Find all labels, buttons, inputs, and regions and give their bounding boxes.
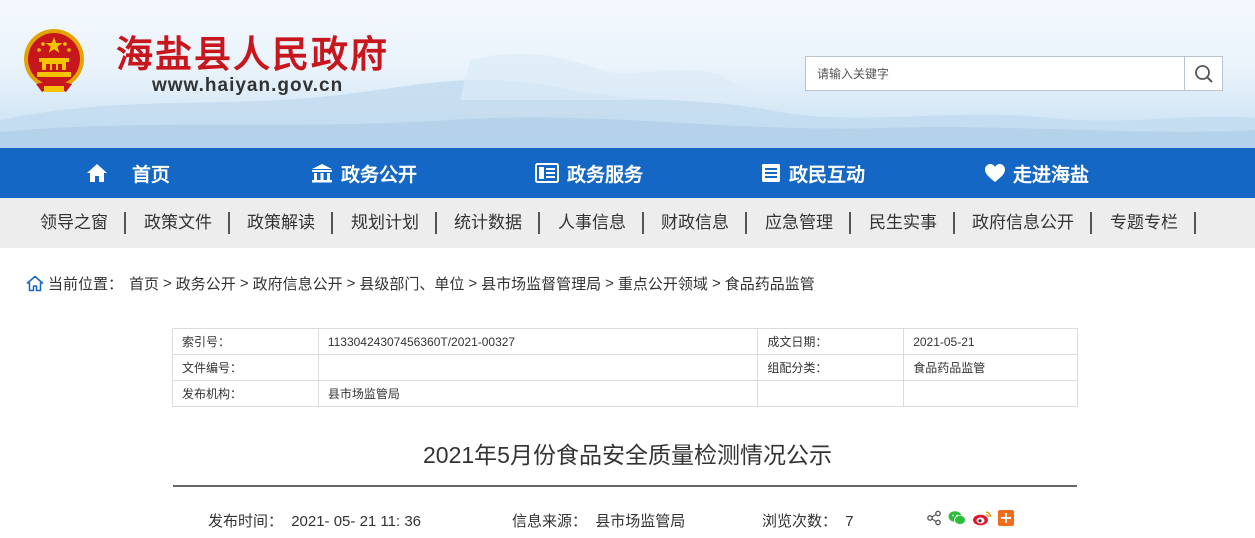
- subnav-divider: [642, 212, 644, 234]
- subnav-item[interactable]: 规划计划: [351, 198, 419, 248]
- search-input[interactable]: [806, 57, 1184, 90]
- breadcrumb-link[interactable]: 食品药品监管: [725, 273, 815, 294]
- wechat-icon: [948, 511, 966, 525]
- subnav-item[interactable]: 政府信息公开: [972, 198, 1074, 248]
- heart-icon: [985, 163, 1005, 182]
- meta-value-date: 2021-05-21: [903, 328, 1078, 355]
- search-button[interactable]: [1184, 57, 1222, 90]
- breadcrumb-separator: >: [239, 275, 249, 292]
- site-url: www.haiyan.gov.cn: [152, 75, 344, 96]
- breadcrumb-separator: >: [711, 275, 721, 292]
- home-icon: [87, 164, 107, 182]
- info-source: 信息来源： 县市场监管局: [512, 510, 685, 531]
- subnav-item[interactable]: 领导之窗: [40, 198, 108, 248]
- subnav-divider: [953, 212, 955, 234]
- table-row: 发布机构： 县市场监管局: [172, 380, 1078, 407]
- main-navigation: 首页 政务公开 政务服务 政民互动 走进海盐: [0, 148, 1255, 198]
- meta-label-doc-no: 文件编号：: [172, 354, 319, 381]
- subnav-divider: [331, 212, 333, 234]
- subnav-item[interactable]: 政策文件: [144, 198, 212, 248]
- subnav-item[interactable]: 人事信息: [558, 198, 626, 248]
- more-share-icon[interactable]: [998, 510, 1014, 526]
- meta-label-index: 索引号：: [172, 328, 319, 355]
- subnav-item[interactable]: 应急管理: [765, 198, 833, 248]
- document-meta-table: 索引号： 11330424307456360T/2021-00327 成文日期：…: [172, 328, 1078, 407]
- nav-item-public-interaction[interactable]: 政民互动: [761, 160, 865, 187]
- meta-value-index: 11330424307456360T/2021-00327: [317, 328, 759, 355]
- plus-icon: [998, 510, 1014, 526]
- site-title: 海盐县人民政府: [116, 32, 389, 76]
- wechat-share-icon[interactable]: [948, 510, 966, 526]
- breadcrumb-link[interactable]: 县市场监督管理局: [481, 273, 601, 294]
- breadcrumb-link[interactable]: 首页: [129, 273, 159, 294]
- breadcrumb-link[interactable]: 重点公开领域: [618, 273, 708, 294]
- meta-empty-cell: [757, 380, 905, 407]
- subnav-divider: [124, 212, 126, 234]
- share-icon[interactable]: [926, 510, 942, 526]
- weibo-icon: [973, 511, 992, 526]
- subnav-item[interactable]: 民生实事: [869, 198, 937, 248]
- breadcrumb-separator: >: [346, 275, 356, 292]
- site-header: 海盐县人民政府 www.haiyan.gov.cn: [0, 0, 1255, 148]
- breadcrumb-separator: >: [605, 275, 614, 292]
- search-box: [805, 56, 1223, 91]
- subnav-divider: [849, 212, 851, 234]
- subnav-item[interactable]: 财政信息: [661, 198, 729, 248]
- view-count-label: 浏览次数：: [762, 513, 838, 530]
- breadcrumb-link[interactable]: 政府信息公开: [253, 273, 343, 294]
- nav-item-government-affairs[interactable]: 政务公开: [311, 160, 417, 187]
- nav-item-label: 首页: [132, 164, 171, 186]
- publish-time-label: 发布时间：: [208, 513, 284, 530]
- publish-time: 发布时间： 2021- 05- 21 11: 36: [208, 510, 421, 531]
- breadcrumb-separator: >: [163, 275, 172, 292]
- meta-value-doc-no: [317, 354, 759, 381]
- publish-time-value: 2021- 05- 21 11: 36: [291, 513, 422, 530]
- breadcrumb-label: 当前位置：: [48, 276, 124, 293]
- nav-item-label: 政民互动: [789, 164, 866, 186]
- document-list-icon: [762, 164, 780, 182]
- nav-item-home[interactable]: 首页: [86, 160, 170, 187]
- meta-label-category: 组配分类：: [757, 354, 905, 381]
- subnav-item[interactable]: 统计数据: [454, 198, 522, 248]
- nav-item-government-services[interactable]: 政务服务: [535, 160, 643, 187]
- subnav-divider: [1090, 212, 1092, 234]
- service-list-icon: [535, 163, 559, 183]
- breadcrumb: 当前位置： 首页 > 政务公开 > 政府信息公开 > 县级部门、单位 > 县市场监督管理…: [26, 273, 815, 294]
- subnav-divider: [745, 212, 747, 234]
- meta-value-publisher: 县市场监管局: [317, 380, 759, 407]
- info-source-label: 信息来源：: [512, 513, 588, 530]
- nav-item-about-haiyan[interactable]: 走进海盐: [985, 160, 1089, 187]
- subnav-item[interactable]: 专题专栏: [1110, 198, 1178, 248]
- table-row: 索引号： 11330424307456360T/2021-00327 成文日期：…: [172, 328, 1078, 355]
- info-source-value: 县市场监管局: [595, 513, 686, 530]
- search-icon: [1194, 64, 1213, 83]
- article-title: 2021年5月份食品安全质量检测情况公示: [423, 442, 832, 468]
- subnav-divider: [228, 212, 230, 234]
- view-count: 浏览次数： 7: [762, 510, 854, 531]
- table-row: 文件编号： 组配分类： 食品药品监管: [172, 354, 1078, 381]
- national-emblem-icon: [24, 29, 84, 92]
- weibo-share-icon[interactable]: [972, 510, 992, 526]
- breadcrumb-link[interactable]: 县级部门、单位: [359, 273, 464, 294]
- share-icon-graphic: [927, 510, 941, 526]
- subnav-divider: [1194, 212, 1196, 234]
- subnav-divider: [538, 212, 540, 234]
- subnav-divider: [435, 212, 437, 234]
- sub-navigation: 领导之窗 政策文件 政策解读 规划计划 统计数据 人事信息 财政信息 应急管理 …: [0, 198, 1255, 248]
- breadcrumb-separator: >: [468, 275, 478, 292]
- nav-item-label: 政务公开: [341, 164, 418, 186]
- view-count-value: 7: [845, 513, 854, 530]
- meta-value-category: 食品药品监管: [903, 354, 1078, 381]
- meta-label-publisher: 发布机构：: [172, 380, 319, 407]
- home-outline-icon: [26, 275, 44, 292]
- share-bar: [926, 510, 1020, 526]
- nav-item-label: 政务服务: [567, 164, 644, 186]
- government-building-icon: [312, 164, 332, 183]
- breadcrumb-link[interactable]: 政务公开: [176, 273, 236, 294]
- title-divider: [173, 485, 1077, 487]
- subnav-item[interactable]: 政策解读: [247, 198, 315, 248]
- nav-item-label: 走进海盐: [1013, 164, 1090, 186]
- meta-label-date: 成文日期：: [757, 328, 905, 355]
- meta-empty-cell: [903, 380, 1078, 407]
